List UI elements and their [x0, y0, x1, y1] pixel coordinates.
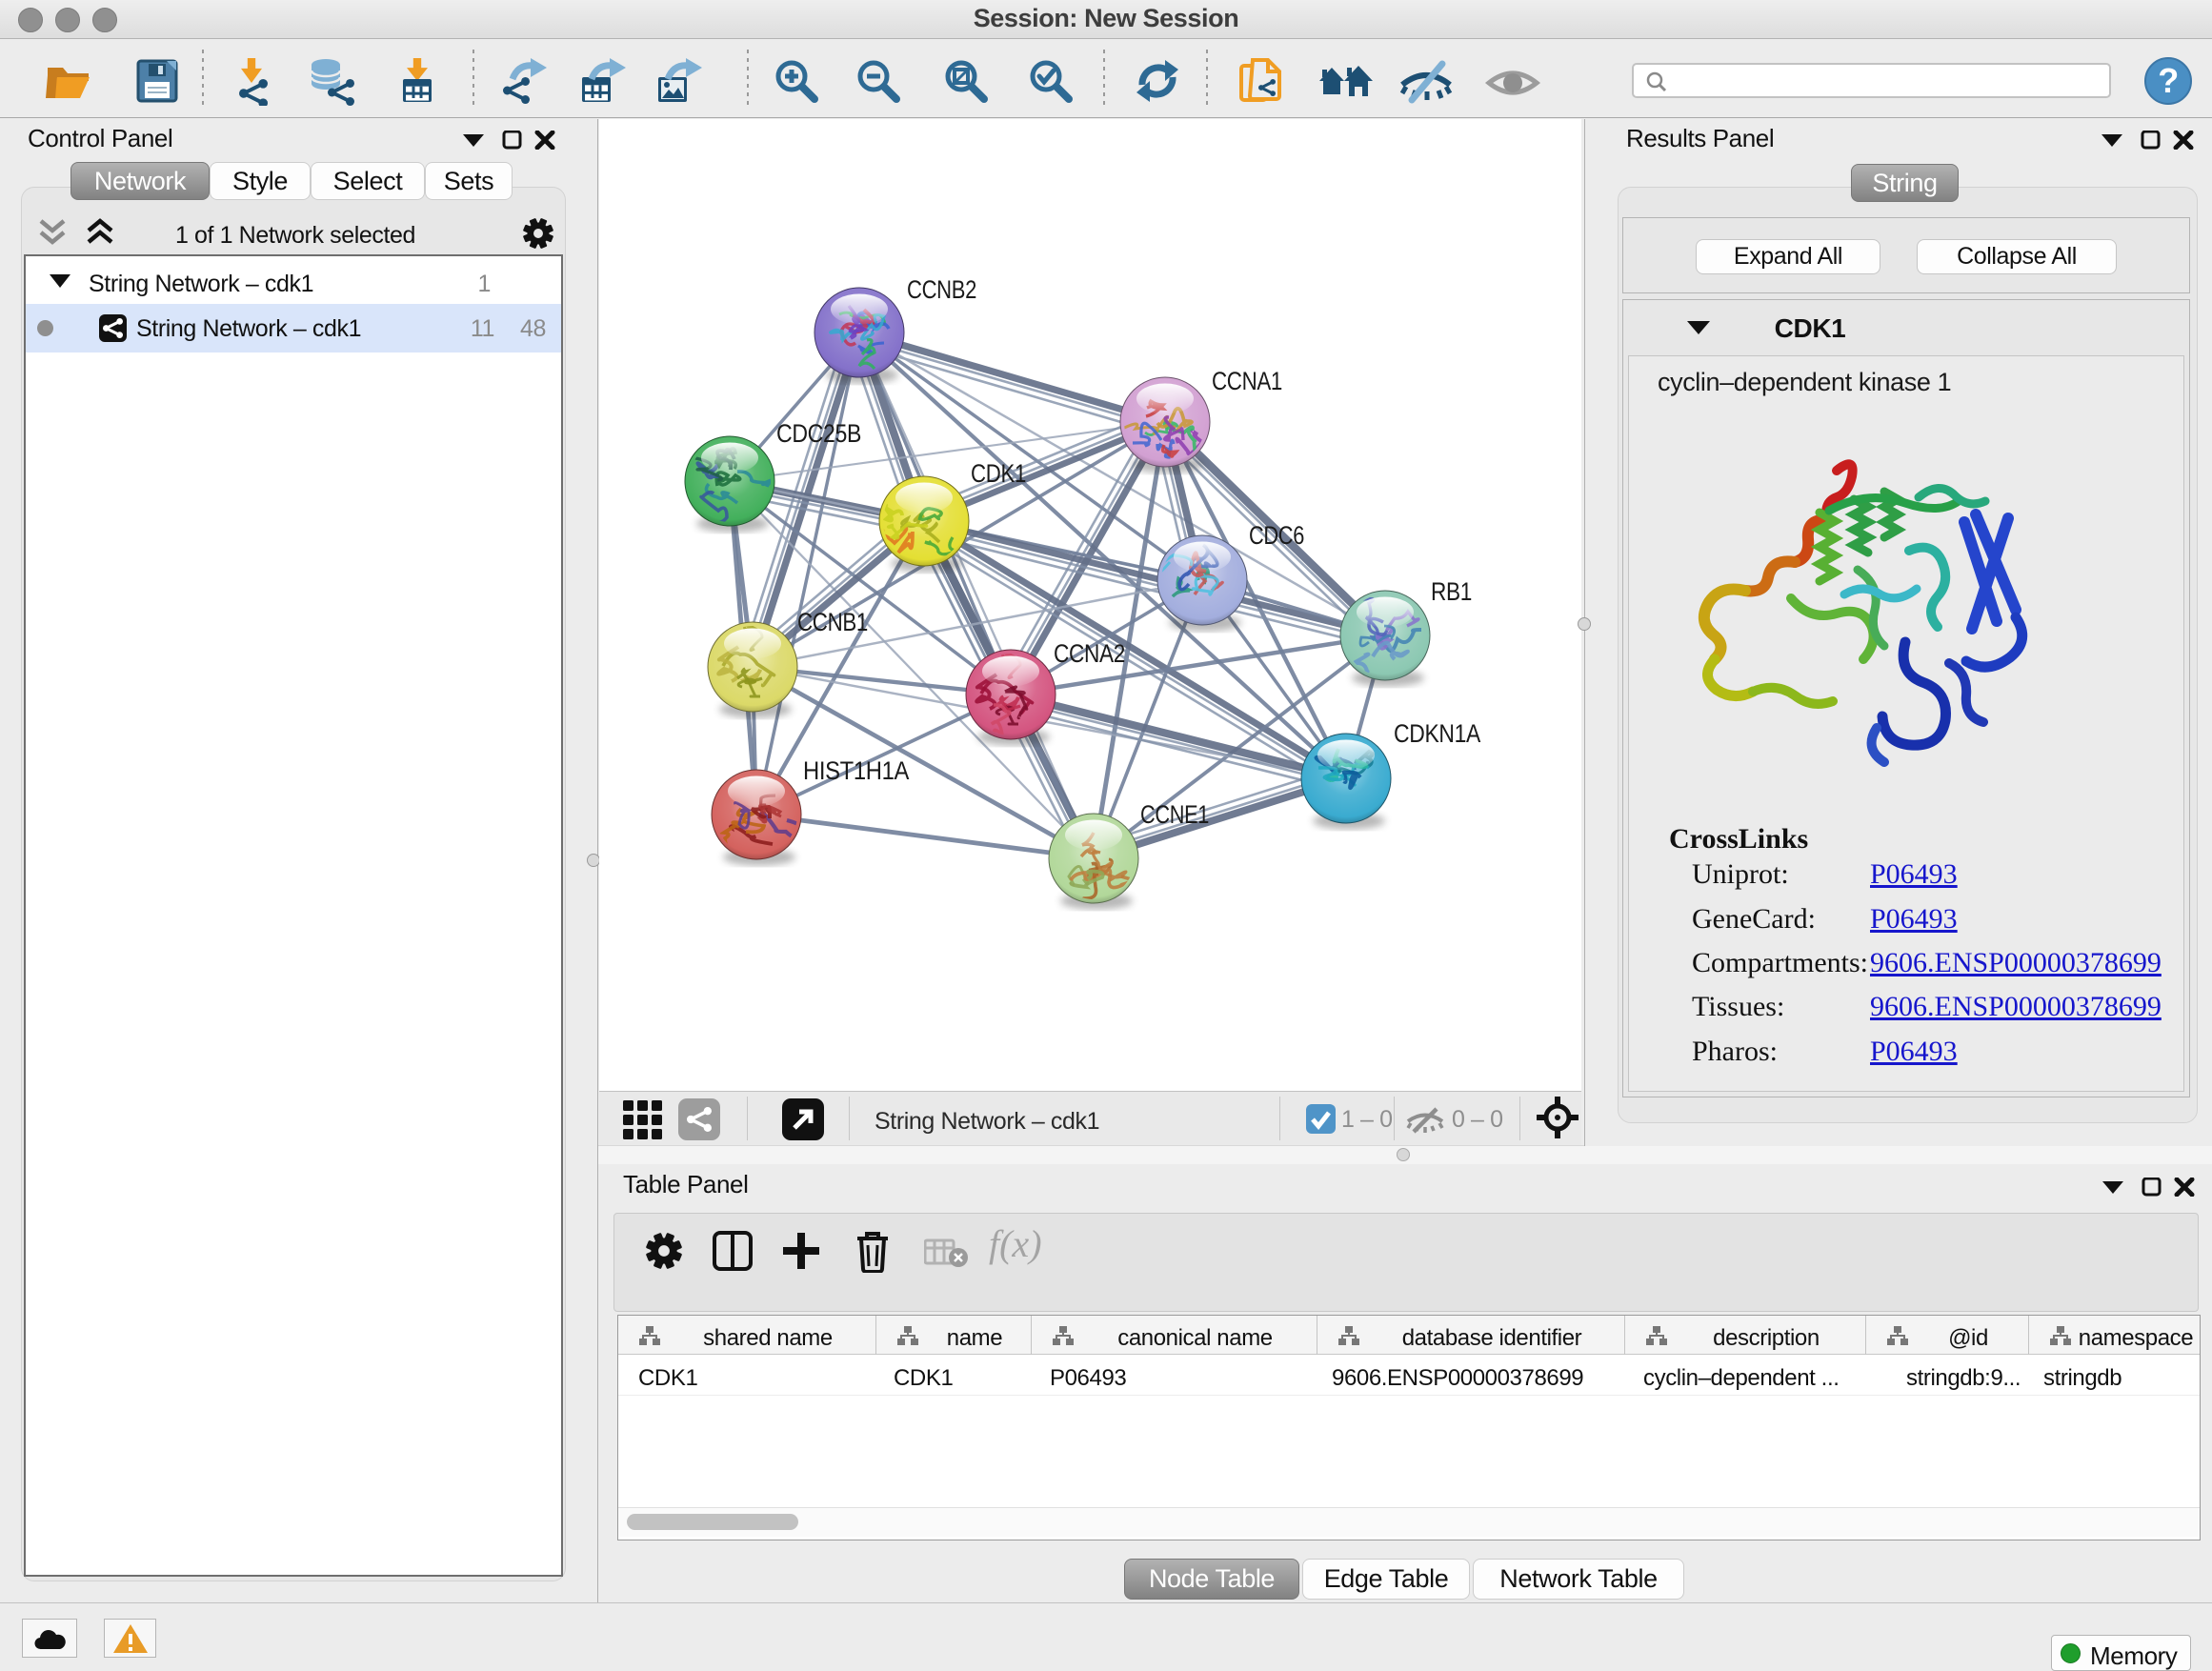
svg-text:HIST1H1A: HIST1H1A — [803, 756, 909, 785]
svg-text:CDKN1A: CDKN1A — [1394, 719, 1480, 748]
svg-text:CCNB2: CCNB2 — [907, 275, 976, 304]
svg-text:CCNA1: CCNA1 — [1212, 367, 1282, 395]
svg-text:CDC25B: CDC25B — [776, 419, 861, 448]
svg-text:CDC6: CDC6 — [1249, 521, 1304, 550]
svg-text:CCNE1: CCNE1 — [1140, 800, 1209, 829]
svg-text:CCNA2: CCNA2 — [1054, 639, 1125, 668]
svg-text:RB1: RB1 — [1431, 577, 1472, 606]
svg-text:CDK1: CDK1 — [971, 459, 1026, 488]
svg-text:CCNB1: CCNB1 — [797, 608, 868, 636]
